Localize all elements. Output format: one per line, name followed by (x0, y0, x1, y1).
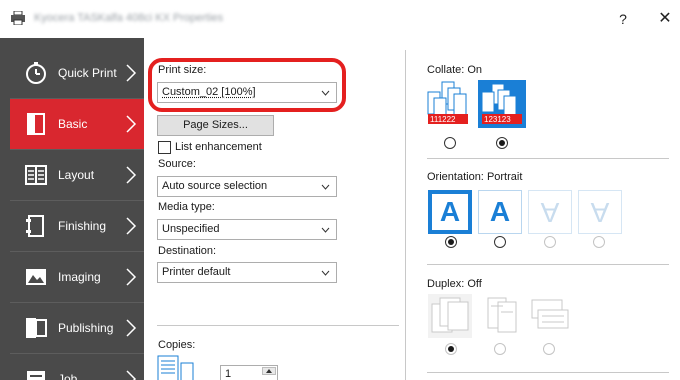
chevron-right-icon (125, 216, 137, 236)
section-divider (427, 372, 669, 373)
window-title: Kyocera TASKalfa 408ci KX Properties (34, 12, 223, 24)
duplex-label-text: Duplex: (427, 278, 464, 290)
media-type-value: Unspecified (162, 223, 219, 235)
duplex-off-radio[interactable] (445, 343, 457, 355)
sidebar-item-label: Quick Print (58, 66, 117, 80)
collate-off-radio[interactable] (444, 137, 456, 149)
stopwatch-icon (24, 61, 48, 85)
column-divider (405, 50, 406, 380)
layout-icon (24, 163, 48, 187)
collate-label: Collate: On (427, 64, 482, 76)
chevron-down-icon (321, 184, 330, 190)
print-size-highlight (148, 58, 346, 112)
destination-value: Printer default (162, 266, 230, 278)
close-button[interactable]: ✕ (650, 8, 680, 30)
section-divider (157, 325, 399, 326)
finishing-icon (24, 214, 48, 238)
duplex-short-edge-radio[interactable] (543, 343, 555, 355)
printer-icon (10, 11, 26, 25)
sidebar-item-label: Publishing (58, 321, 113, 335)
sidebar-item-job[interactable]: Job (10, 354, 144, 380)
orientation-portrait-radio[interactable] (445, 236, 457, 248)
chevron-down-icon (321, 270, 330, 276)
uncollated-digits: 111222 (430, 115, 456, 124)
collate-on-radio[interactable] (496, 137, 508, 149)
sidebar-item-label: Finishing (58, 219, 106, 233)
collate-label-text: Collate: (427, 64, 464, 76)
portrait-tile[interactable]: A (428, 190, 472, 234)
chevron-right-icon (125, 114, 137, 134)
section-divider (427, 158, 669, 159)
chevron-right-icon (125, 318, 137, 338)
portrait-glyph: A (432, 194, 468, 230)
orientation-label-text: Orientation: (427, 171, 484, 183)
sidebar-item-label: Layout (58, 168, 94, 182)
sidebar-item-label: Imaging (58, 270, 101, 284)
page-sizes-button[interactable]: Page Sizes... (157, 115, 274, 136)
collated-digits: 123123 (484, 115, 511, 124)
orientation-label: Orientation: Portrait (427, 171, 522, 183)
collated-icon: 123123 (478, 80, 526, 128)
sidebar-item-quick-print[interactable]: Quick Print (10, 48, 144, 98)
orientation-state: Portrait (487, 171, 522, 183)
destination-label: Destination: (158, 245, 216, 257)
duplex-label: Duplex: Off (427, 278, 482, 290)
source-select[interactable]: Auto source selection (157, 176, 337, 197)
rotated-portrait-tile[interactable]: A (528, 190, 572, 234)
orientation-rotated-portrait-radio[interactable] (544, 236, 556, 248)
image-icon (24, 265, 48, 289)
rotated-landscape-tile[interactable]: A (578, 190, 622, 234)
list-enhancement-checkbox[interactable] (158, 141, 171, 154)
copies-icon (157, 355, 197, 380)
sidebar-item-imaging[interactable]: Imaging (10, 252, 144, 302)
list-enhancement-label: List enhancement (175, 141, 262, 153)
chevron-down-icon (321, 227, 330, 233)
chevron-right-icon (125, 369, 137, 380)
duplex-state: Off (467, 278, 481, 290)
title-bar: Kyocera TASKalfa 408ci KX Properties ? ✕ (0, 0, 680, 38)
sidebar-item-publishing[interactable]: Publishing (10, 303, 144, 353)
destination-select[interactable]: Printer default (157, 262, 337, 283)
chevron-right-icon (125, 165, 137, 185)
source-label: Source: (158, 158, 196, 170)
copies-spinner[interactable]: 1 (220, 365, 278, 380)
sidebar-item-label: Job (58, 372, 77, 380)
sidebar-item-layout[interactable]: Layout (10, 150, 144, 200)
help-button[interactable]: ? (608, 8, 638, 30)
media-type-label: Media type: (158, 201, 215, 213)
publishing-icon (24, 316, 48, 340)
uncollated-icon[interactable]: 111222 (426, 80, 474, 128)
page-icon (24, 112, 48, 136)
caret-up-icon (263, 368, 275, 374)
copies-value: 1 (225, 368, 231, 380)
chevron-right-icon (125, 267, 137, 287)
sidebar-item-label: Basic (58, 117, 87, 131)
sidebar-item-basic[interactable]: Basic (10, 99, 144, 149)
duplex-long-edge-icon[interactable] (480, 294, 524, 338)
spin-up-button[interactable] (262, 367, 276, 375)
duplex-off-icon[interactable] (428, 294, 472, 338)
media-type-select[interactable]: Unspecified (157, 219, 337, 240)
sidebar-item-finishing[interactable]: Finishing (10, 201, 144, 251)
orientation-landscape-radio[interactable] (494, 236, 506, 248)
duplex-short-edge-icon[interactable] (528, 294, 572, 338)
landscape-tile[interactable]: A (478, 190, 522, 234)
orientation-rotated-landscape-radio[interactable] (593, 236, 605, 248)
collated-tile[interactable]: 123123 (478, 80, 526, 128)
chevron-right-icon (125, 63, 137, 83)
copies-label: Copies: (158, 339, 195, 351)
duplex-long-edge-radio[interactable] (494, 343, 506, 355)
section-divider (427, 264, 669, 265)
job-icon (24, 367, 48, 380)
collate-state: On (467, 64, 482, 76)
source-value: Auto source selection (162, 180, 267, 192)
